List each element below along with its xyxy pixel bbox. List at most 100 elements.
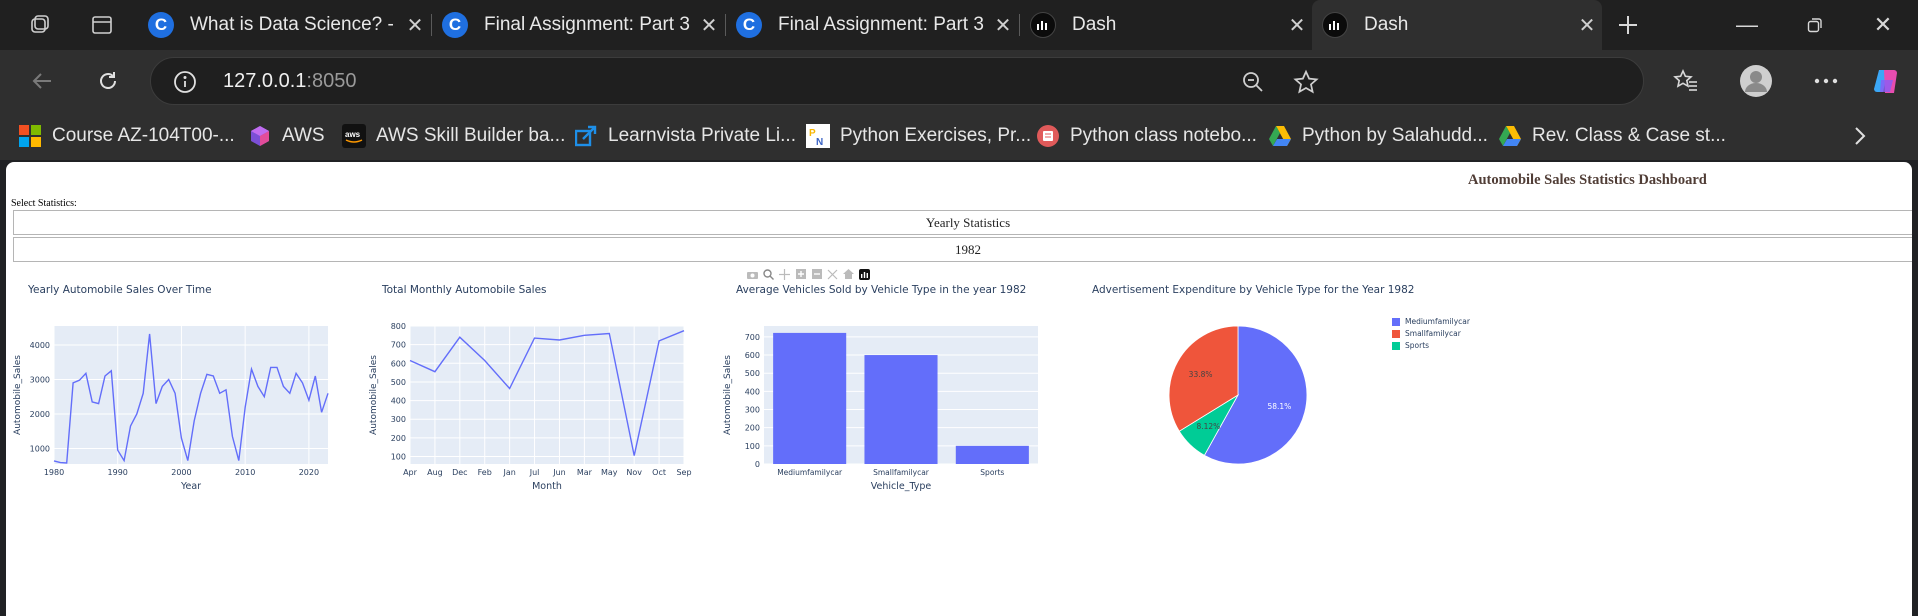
new-tab-icon[interactable] bbox=[1610, 8, 1646, 42]
bar bbox=[773, 332, 847, 464]
y-tick-label: 200 bbox=[745, 424, 760, 433]
close-icon[interactable]: ✕ bbox=[1282, 13, 1312, 38]
back-arrow-icon[interactable] bbox=[22, 62, 62, 100]
favorites-icon[interactable] bbox=[1666, 62, 1706, 100]
more-menu-icon[interactable] bbox=[1806, 62, 1846, 100]
navigation-bar: 127.0.0.1:8050 bbox=[0, 50, 1918, 112]
close-icon[interactable]: ✕ bbox=[400, 13, 430, 38]
x-tick-label: 2020 bbox=[299, 468, 319, 477]
bookmark-label: Course AZ-104T00-... bbox=[52, 125, 235, 146]
minimize-icon[interactable]: — bbox=[1712, 0, 1782, 50]
y-tick-label: 400 bbox=[745, 387, 760, 396]
y-tick-label: 500 bbox=[745, 369, 760, 378]
bookmarks-bar: Course AZ-104T00-... AWS aws AWS Skill B… bbox=[0, 112, 1918, 160]
select-statistics-label: Select Statistics: bbox=[11, 198, 77, 209]
x-tick-label: May bbox=[601, 468, 618, 477]
y-tick-label: 400 bbox=[391, 397, 406, 406]
y-tick-label: 500 bbox=[391, 378, 406, 387]
bookmark-python-class-notebook[interactable]: Python class notebo... bbox=[1036, 120, 1257, 152]
x-tick-label: Sports bbox=[980, 468, 1004, 477]
dash-icon bbox=[1030, 12, 1056, 38]
bar bbox=[864, 355, 938, 464]
pie-slice-label: 33.8% bbox=[1189, 370, 1213, 379]
microsoft-icon bbox=[18, 124, 42, 148]
dash-icon bbox=[1322, 12, 1348, 38]
chevron-right-icon[interactable] bbox=[1852, 120, 1868, 152]
y-tick-label: 3000 bbox=[30, 375, 50, 384]
refresh-icon[interactable] bbox=[88, 62, 128, 100]
bookmark-python-exercises[interactable]: PN Python Exercises, Pr... bbox=[806, 120, 1031, 152]
y-tick-label: 2000 bbox=[30, 410, 50, 419]
year-dropdown[interactable]: 1982 bbox=[13, 237, 1912, 262]
x-tick-label: 1990 bbox=[108, 468, 128, 477]
tab-1[interactable]: C What is Data Science? - D ✕ bbox=[138, 0, 430, 50]
y-tick-label: 300 bbox=[391, 415, 406, 424]
x-axis-label: Year bbox=[180, 481, 201, 492]
coursera-icon: C bbox=[736, 12, 762, 38]
bookmark-python-by-salahuddin[interactable]: Python by Salahudd... bbox=[1268, 120, 1488, 152]
svg-text:P: P bbox=[809, 128, 816, 139]
bookmark-label: Learnvista Private Li... bbox=[608, 125, 796, 146]
y-tick-label: 1000 bbox=[30, 444, 50, 453]
legend-item[interactable]: Mediumfamilycar bbox=[1392, 317, 1470, 326]
copilot-icon[interactable] bbox=[1866, 62, 1906, 100]
y-tick-label: 600 bbox=[391, 359, 406, 368]
site-info-icon[interactable] bbox=[173, 70, 197, 99]
bookmark-label: Python Exercises, Pr... bbox=[840, 125, 1032, 146]
url-port: :8050 bbox=[306, 70, 357, 92]
address-bar[interactable]: 127.0.0.1:8050 bbox=[150, 57, 1644, 105]
x-tick-label: Dec bbox=[452, 468, 467, 477]
workspaces-icon[interactable] bbox=[22, 8, 58, 42]
close-icon[interactable]: ✕ bbox=[988, 13, 1018, 38]
legend-item[interactable]: Smallfamilycar bbox=[1392, 329, 1461, 338]
vertical-tabs-icon[interactable] bbox=[84, 8, 120, 42]
tab-5-active[interactable]: Dash ✕ bbox=[1312, 0, 1602, 50]
bookmark-aws-skill-builder[interactable]: aws AWS Skill Builder ba... bbox=[342, 120, 565, 152]
restore-icon[interactable] bbox=[1780, 0, 1850, 50]
tab-3[interactable]: C Final Assignment: Part 3 - ✕ bbox=[725, 0, 1018, 50]
bookmark-label: AWS Skill Builder ba... bbox=[376, 125, 566, 146]
legend-item[interactable]: Sports bbox=[1392, 341, 1429, 350]
bookmark-learnvista[interactable]: Learnvista Private Li... bbox=[574, 120, 796, 152]
aws-cube-icon bbox=[248, 124, 272, 148]
graph-ad-expenditure[interactable]: Advertisement Expenditure by Vehicle Typ… bbox=[1072, 272, 1552, 502]
y-tick-label: 700 bbox=[391, 341, 406, 350]
window-close-icon[interactable]: ✕ bbox=[1848, 0, 1918, 50]
ad-expenditure-pie-chart: 58.1% 8.12% 33.8% bbox=[1168, 325, 1308, 465]
x-tick-label: Oct bbox=[652, 468, 666, 477]
y-tick-label: 300 bbox=[745, 406, 760, 415]
y-axis-label: Automobile_Sales bbox=[13, 355, 23, 435]
y-axis-label: Automobile_Sales bbox=[369, 355, 379, 435]
profile-avatar-icon[interactable] bbox=[1736, 62, 1776, 100]
bookmark-label: Python class notebo... bbox=[1070, 125, 1257, 146]
bookmark-rev-class-case-study[interactable]: Rev. Class & Case st... bbox=[1498, 120, 1726, 152]
favorite-star-icon[interactable] bbox=[1293, 69, 1319, 100]
bookmark-course-az104[interactable]: Course AZ-104T00-... bbox=[18, 120, 235, 152]
x-tick-label: Sep bbox=[676, 468, 691, 477]
bookmark-label: Python by Salahudd... bbox=[1302, 125, 1488, 146]
zoom-out-icon[interactable] bbox=[1241, 70, 1265, 99]
y-tick-label: 100 bbox=[745, 442, 760, 451]
y-tick-label: 600 bbox=[745, 351, 760, 360]
learnvista-icon bbox=[574, 124, 598, 148]
x-tick-label: 2010 bbox=[235, 468, 255, 477]
y-tick-label: 700 bbox=[745, 333, 760, 342]
tab-4[interactable]: Dash ✕ bbox=[1019, 0, 1312, 50]
y-tick-label: 200 bbox=[391, 434, 406, 443]
close-icon[interactable]: ✕ bbox=[694, 13, 724, 38]
y-tick-label: 100 bbox=[391, 453, 406, 462]
url-text: 127.0.0.1:8050 bbox=[223, 70, 356, 93]
close-icon[interactable]: ✕ bbox=[1572, 13, 1602, 38]
notebook-icon bbox=[1036, 124, 1060, 148]
tab-2[interactable]: C Final Assignment: Part 3 - ✕ bbox=[431, 0, 724, 50]
coursera-icon: C bbox=[148, 12, 174, 38]
x-tick-label: Feb bbox=[478, 468, 492, 477]
y-axis-label: Automobile_Sales bbox=[723, 355, 733, 435]
bar bbox=[955, 445, 1029, 464]
statistics-dropdown[interactable]: Yearly Statistics bbox=[13, 210, 1912, 235]
x-tick-label: Jun bbox=[552, 468, 566, 477]
x-axis-label: Month bbox=[532, 481, 562, 492]
dash-page: Automobile Sales Statistics Dashboard Se… bbox=[6, 162, 1912, 616]
x-tick-label: 1980 bbox=[44, 468, 64, 477]
bookmark-aws[interactable]: AWS bbox=[248, 120, 325, 152]
